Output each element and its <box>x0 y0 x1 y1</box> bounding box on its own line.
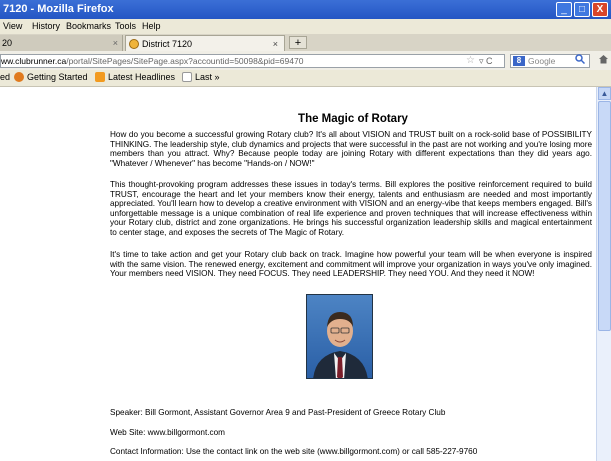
rotary-favicon-icon <box>129 39 139 49</box>
maximize-button[interactable]: □ <box>574 2 590 17</box>
menu-bookmarks[interactable]: Bookmarks <box>66 21 111 31</box>
scrollbar-thumb[interactable] <box>598 101 611 331</box>
url-bar[interactable]: ww.clubrunner.ca/portal/SitePages/SitePa… <box>0 54 505 68</box>
navigation-bar: ww.clubrunner.ca/portal/SitePages/SitePa… <box>0 51 611 70</box>
menu-view[interactable]: View <box>3 21 22 31</box>
bookmark-latest-headlines[interactable]: Latest Headlines <box>95 72 175 82</box>
scroll-up-arrow-icon[interactable]: ▲ <box>598 87 611 100</box>
page-title: The Magic of Rotary <box>298 113 408 125</box>
page-content: The Magic of Rotary How do you become a … <box>0 87 596 461</box>
firefox-icon <box>14 72 24 82</box>
menu-bar: View History Bookmarks Tools Help <box>0 19 611 34</box>
search-engine-icon[interactable]: 8 <box>513 56 525 66</box>
speaker-photo <box>306 294 373 379</box>
contact-info: Contact Information: Use the contact lin… <box>110 447 478 456</box>
close-window-button[interactable]: X <box>592 2 608 17</box>
menu-history[interactable]: History <box>32 21 60 31</box>
folder-icon <box>182 72 192 82</box>
title-bar: 7120 - Mozilla Firefox _ □ X <box>0 0 611 19</box>
bookmark-label: Latest Headlines <box>108 72 176 82</box>
magnifier-icon[interactable] <box>575 54 586 67</box>
home-icon[interactable] <box>598 54 609 67</box>
window-title: 7120 - Mozilla Firefox <box>3 3 114 15</box>
tab-label: 20 <box>2 38 13 48</box>
new-tab-button[interactable]: + <box>289 36 307 49</box>
bookmarks-toolbar: ed Getting Started Latest Headlines Last… <box>0 70 611 87</box>
tab-label: District 7120 <box>142 39 193 49</box>
menu-help[interactable]: Help <box>142 21 161 31</box>
bookmark-getting-started[interactable]: Getting Started <box>14 72 88 82</box>
url-path: /portal/SitePages/SitePage.aspx?accounti… <box>66 56 304 66</box>
bookmark-item[interactable]: ed <box>0 72 10 82</box>
bookmark-label: Last » <box>195 72 220 82</box>
minimize-button[interactable]: _ <box>556 2 572 17</box>
website-info: Web Site: www.billgormont.com <box>110 428 225 437</box>
tab-strip: 20 × District 7120 × + <box>0 34 611 52</box>
speaker-info: Speaker: Bill Gormont, Assistant Governo… <box>110 408 446 417</box>
program-paragraph: This thought-provoking program addresses… <box>110 180 592 237</box>
close-tab-icon[interactable]: × <box>273 36 278 52</box>
bookmark-last[interactable]: Last » <box>182 72 220 82</box>
search-placeholder: Google <box>528 56 556 66</box>
close-tab-icon[interactable]: × <box>113 35 118 51</box>
action-paragraph: It's time to take action and get your Ro… <box>110 250 592 279</box>
tab-inactive[interactable]: 20 × <box>0 35 123 51</box>
menu-tools[interactable]: Tools <box>115 21 136 31</box>
reload-icon[interactable]: ▿ C <box>479 55 493 67</box>
bookmark-star-icon[interactable]: ☆ <box>466 55 475 67</box>
rss-icon <box>95 72 105 82</box>
vertical-scrollbar[interactable]: ▲ <box>596 87 611 461</box>
tab-active[interactable]: District 7120 × <box>125 35 285 51</box>
bookmark-label: Getting Started <box>27 72 88 82</box>
url-host: ww.clubrunner.ca <box>1 56 67 66</box>
intro-paragraph: How do you become a successful growing R… <box>110 130 592 168</box>
